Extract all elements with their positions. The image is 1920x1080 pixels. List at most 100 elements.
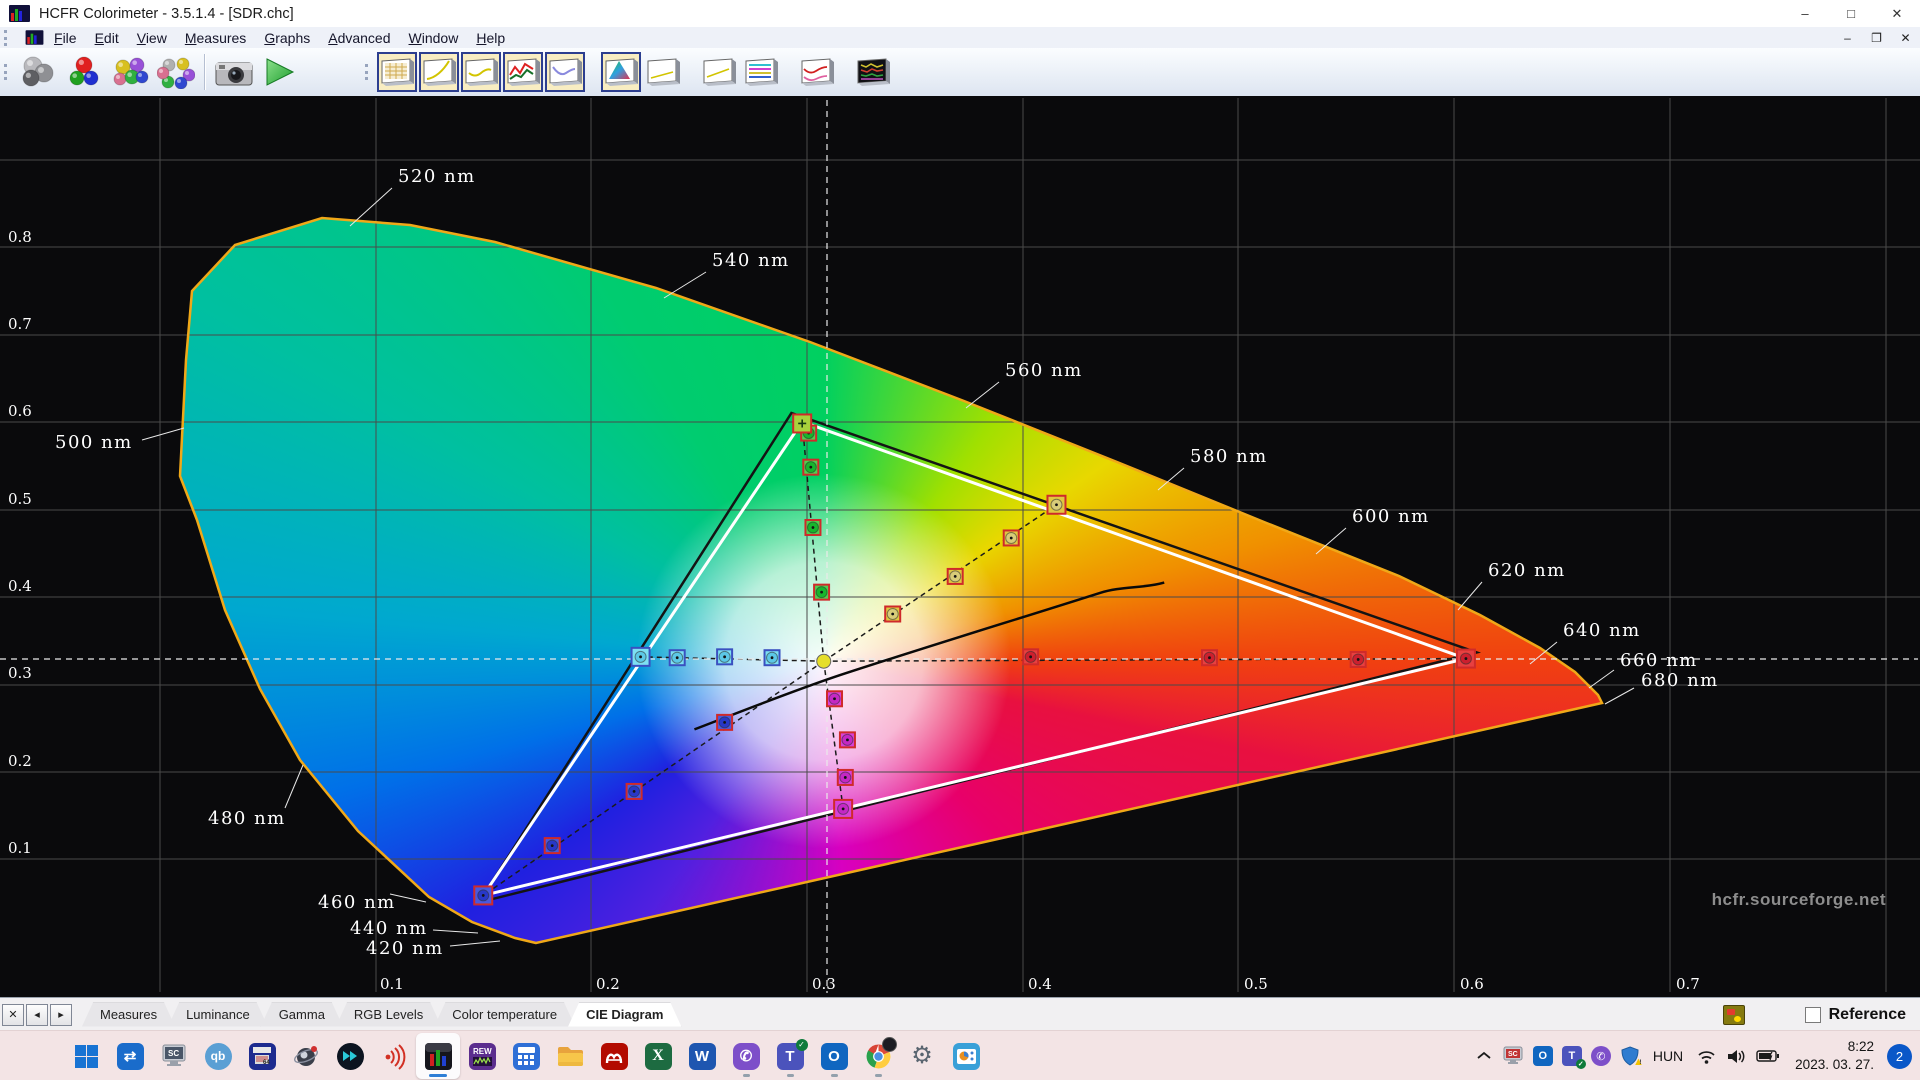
taskbar-outlook-icon[interactable]: O	[812, 1033, 856, 1079]
tray-volume-icon[interactable]	[1726, 1048, 1747, 1065]
taskbar-atom-icon[interactable]	[284, 1033, 328, 1079]
tab-luminance[interactable]: Luminance	[168, 1003, 268, 1027]
wavelength-label: 520 nm	[398, 166, 476, 187]
toolbar-run-measures-button[interactable]	[257, 50, 303, 94]
measurement-point	[716, 648, 734, 666]
toolbar-color-temperature-button[interactable]	[545, 52, 585, 92]
taskbar-rew-icon[interactable]: REW	[460, 1033, 504, 1079]
toolbar-gray-spheres-button[interactable]	[15, 50, 61, 94]
toolbar-graph-plain-1-button[interactable]	[643, 52, 683, 92]
gray-spheres-icon	[20, 55, 56, 89]
notification-badge[interactable]: 2	[1887, 1043, 1912, 1069]
close-button[interactable]: ✕	[1874, 0, 1920, 27]
toolbar-gamma-curve-button[interactable]	[419, 52, 459, 92]
tray-teams-icon[interactable]: T ✓	[1561, 1046, 1586, 1069]
toolbar-rgb-histogram-button[interactable]	[741, 52, 781, 92]
wavelength-label: 640 nm	[1563, 620, 1641, 641]
tab-close-button[interactable]: ✕	[2, 1003, 24, 1026]
taskbar-acrobat-icon[interactable]	[592, 1033, 636, 1079]
tab-color-temperature[interactable]: Color temperature	[434, 1003, 575, 1027]
cie-diagram-icon	[603, 57, 639, 87]
tray-outlook-icon[interactable]: O	[1532, 1046, 1553, 1066]
clock[interactable]: 8:22 2023. 03. 27.	[1789, 1038, 1874, 1073]
taskbar-settings-icon[interactable]: ⚙	[900, 1033, 944, 1079]
taskbar-chrome-icon[interactable]	[856, 1033, 900, 1079]
tray-viber-icon[interactable]: ✆	[1590, 1046, 1611, 1066]
tab-gamma[interactable]: Gamma	[261, 1003, 343, 1027]
y-axis-tick: 0.3	[8, 664, 32, 682]
toolbar-luminance-curve-button[interactable]	[461, 52, 501, 92]
view-tabs: Measures Luminance Gamma RGB Levels Color te…	[72, 1003, 681, 1027]
wavelength-leader-line	[965, 381, 1000, 409]
taskbar-excel-icon[interactable]: X	[636, 1033, 680, 1079]
toolbar2-drag-handle[interactable]	[365, 64, 373, 80]
taskbar-calculator-icon[interactable]	[504, 1033, 548, 1079]
toolbar-graph-plain-2-button[interactable]	[699, 52, 739, 92]
mdi-restore-button[interactable]: ❐	[1862, 31, 1891, 45]
tab-rgb-levels[interactable]: RGB Levels	[336, 1003, 441, 1027]
wavelength-label: 540 nm	[712, 250, 790, 271]
screen: HCFR Colorimeter - 3.5.1.4 - [SDR.chc] –…	[0, 0, 1920, 1080]
toolbar-rgb-balls-button[interactable]	[61, 50, 107, 94]
menubar-drag-handle[interactable]	[4, 29, 12, 46]
menu-view[interactable]: View	[128, 29, 176, 47]
mdi-close-button[interactable]: ✕	[1891, 31, 1920, 45]
taskbar-teamviewer-icon[interactable]: ⇄	[108, 1033, 152, 1079]
taskbar-hcfr-icon[interactable]	[416, 1033, 460, 1079]
measured-gamut-triangle	[476, 411, 1482, 905]
reference-checkbox[interactable]	[1804, 1006, 1821, 1023]
tab-cie-diagram[interactable]: CIE Diagram	[568, 1003, 681, 1027]
taskbar-sound-waves-icon[interactable]	[372, 1033, 416, 1079]
taskbar-word-icon[interactable]: W	[680, 1033, 724, 1079]
wavelength-label: 480 nm	[208, 808, 286, 829]
toolbar-measures-grid-button[interactable]	[377, 52, 417, 92]
toolbar-drag-handle[interactable]	[4, 64, 12, 80]
taskbar-viber-icon[interactable]: ✆	[724, 1033, 768, 1079]
mdi-minimize-button[interactable]: –	[1833, 31, 1862, 45]
y-axis-tick: 0.2	[8, 752, 32, 770]
tray-screenconnect-icon[interactable]: SC	[1502, 1046, 1524, 1066]
measurement-point	[625, 782, 643, 800]
menu-window[interactable]: Window	[400, 29, 468, 47]
toolbar-camera-button[interactable]	[211, 50, 257, 94]
taskbar-media-tool-icon[interactable]	[944, 1033, 988, 1079]
minimize-button[interactable]: –	[1782, 0, 1828, 27]
language-indicator[interactable]: HUN	[1649, 1048, 1687, 1064]
taskbar-qbittorrent-icon[interactable]: qb	[196, 1033, 240, 1079]
tray-defender-icon[interactable]: ▲!	[1620, 1046, 1644, 1068]
x-axis-tick: 0.5	[1244, 975, 1268, 993]
menu-help[interactable]: Help	[467, 29, 514, 47]
menu-graphs[interactable]: Graphs	[255, 29, 319, 47]
maximize-button[interactable]: □	[1828, 0, 1874, 27]
taskbar-teams-icon[interactable]: T ✓	[768, 1033, 812, 1079]
measurement-point	[804, 518, 822, 536]
tab-scroll-right-button[interactable]: ▸	[50, 1003, 72, 1026]
tray-battery-icon[interactable]	[1756, 1049, 1780, 1063]
menu-edit[interactable]: Edit	[86, 29, 128, 47]
spectrum-dark-icon	[855, 57, 891, 87]
taskbar-file-explorer-icon[interactable]	[548, 1033, 592, 1079]
camera-icon	[214, 56, 254, 88]
menu-file[interactable]: File	[45, 29, 86, 47]
tray-chevron-up-icon[interactable]	[1475, 1049, 1493, 1063]
toolbar-measure-curves-button[interactable]	[797, 52, 837, 92]
tab-scroll-left-button[interactable]: ◂	[26, 1003, 48, 1026]
toolbar-sphere-ring-button[interactable]	[153, 50, 199, 94]
taskbar-start-icon[interactable]	[64, 1033, 108, 1079]
measurement-point	[543, 837, 561, 855]
taskbar-screenconnect-icon[interactable]: SC	[152, 1033, 196, 1079]
y-axis-tick: 0.8	[8, 228, 32, 246]
taskbar-c64-floppy-icon[interactable]: 64	[240, 1033, 284, 1079]
reference-checkbox-label[interactable]: Reference	[1829, 1006, 1906, 1024]
menu-measures[interactable]: Measures	[176, 29, 255, 47]
tray-wifi-icon[interactable]	[1696, 1048, 1717, 1065]
toolbar-cie-diagram-button[interactable]	[601, 52, 641, 92]
measurement-point	[792, 413, 813, 434]
toolbar-color-spheres-button[interactable]	[107, 50, 153, 94]
toolbar-rgb-levels-button[interactable]	[503, 52, 543, 92]
toolbar-spectrum-dark-button[interactable]	[853, 52, 893, 92]
menu-advanced[interactable]: Advanced	[319, 29, 399, 47]
taskbar-potplayer-icon[interactable]	[328, 1033, 372, 1079]
measurement-point	[836, 768, 854, 786]
tab-measures[interactable]: Measures	[82, 1003, 175, 1027]
